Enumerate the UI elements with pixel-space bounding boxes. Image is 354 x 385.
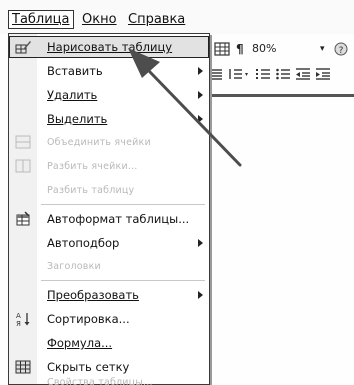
menu-item-label: Формула... xyxy=(47,336,113,350)
table-menu-dropdown: Нарисовать таблицу Вставить Удалить Выде… xyxy=(8,33,210,385)
menu-window[interactable]: Окно xyxy=(78,10,121,29)
menu-table[interactable]: Таблица xyxy=(8,10,74,29)
sort-az-icon: АЯ xyxy=(15,311,31,328)
table-toolbar-icon[interactable] xyxy=(214,42,230,59)
menu-item-label: Преобразовать xyxy=(47,288,139,302)
submenu-arrow-icon xyxy=(198,67,203,75)
bulleted-list-icon[interactable] xyxy=(276,68,290,83)
menu-item-label: Сортировка... xyxy=(47,312,130,326)
menu-item-merge-cells: Объединить ячейки xyxy=(9,132,209,154)
autoformat-icon xyxy=(15,211,31,227)
menu-table-label: Таблица xyxy=(12,12,70,27)
menu-item-split-table: Разбить таблицу xyxy=(9,180,209,202)
menu-help-label: Справка xyxy=(128,12,186,27)
merge-cells-icon xyxy=(15,135,31,151)
toolbar-row-2 xyxy=(210,64,354,86)
menu-bar: Таблица Окно Справка xyxy=(0,0,354,34)
line-spacing-icon[interactable] xyxy=(228,68,250,83)
menu-item-label: Разбить ячейки... xyxy=(47,161,138,172)
formatting-toolbar: ¶ 80% ▾ ? xyxy=(210,36,354,92)
menu-item-label: Автоформат таблицы... xyxy=(47,212,190,226)
zoom-dropdown-arrow[interactable]: ▾ xyxy=(320,44,325,54)
submenu-arrow-icon xyxy=(198,239,203,247)
menu-item-select[interactable]: Выделить xyxy=(9,108,209,130)
toolbar-row-1: ¶ 80% ▾ ? xyxy=(210,38,354,60)
menu-item-draw-table[interactable]: Нарисовать таблицу xyxy=(9,36,209,58)
menu-item-sort[interactable]: АЯ Сортировка... xyxy=(9,308,209,330)
menu-item-label: Свойства таблицы... xyxy=(47,377,153,385)
svg-text:А: А xyxy=(16,312,21,320)
menu-item-label: Объединить ячейки xyxy=(47,137,151,148)
menu-help[interactable]: Справка xyxy=(124,10,189,29)
menu-item-autofit[interactable]: Автоподбор xyxy=(9,232,209,254)
svg-text:?: ? xyxy=(339,46,344,56)
menu-item-formula[interactable]: Формула... xyxy=(9,332,209,354)
menu-item-label: Скрыть сетку xyxy=(47,360,130,374)
pilcrow-icon[interactable]: ¶ xyxy=(236,42,244,56)
menu-item-delete[interactable]: Удалить xyxy=(9,84,209,106)
menu-window-label: Окно xyxy=(82,12,117,27)
submenu-arrow-icon xyxy=(198,291,203,299)
decrease-indent-icon[interactable] xyxy=(296,68,310,83)
menu-item-label: Вставить xyxy=(47,64,103,78)
menu-item-insert[interactable]: Вставить xyxy=(9,60,209,82)
menu-item-label: Заголовки xyxy=(47,261,101,272)
pencil-table-icon xyxy=(15,39,31,55)
grid-icon xyxy=(15,359,31,375)
menu-separator xyxy=(41,280,205,281)
menu-item-hide-grid[interactable]: Скрыть сетку xyxy=(9,356,209,378)
menu-item-convert[interactable]: Преобразовать xyxy=(9,284,209,306)
menu-item-table-properties: Свойства таблицы... xyxy=(9,377,209,385)
help-circle-icon[interactable]: ? xyxy=(334,42,348,59)
menu-item-split-cells: Разбить ячейки... xyxy=(9,156,209,178)
menu-item-label: Выделить xyxy=(47,112,108,126)
svg-text:Я: Я xyxy=(16,320,21,327)
increase-indent-icon[interactable] xyxy=(316,68,330,83)
menu-item-label: Нарисовать таблицу xyxy=(47,40,173,54)
zoom-level[interactable]: 80% xyxy=(252,42,276,55)
menu-item-label: Удалить xyxy=(47,88,98,102)
menu-item-headings: Заголовки xyxy=(9,256,209,278)
menu-item-label: Разбить таблицу xyxy=(47,185,135,196)
align-justify-icon[interactable] xyxy=(210,68,222,83)
menu-item-label: Автоподбор xyxy=(47,236,120,250)
submenu-arrow-icon xyxy=(198,91,203,99)
split-cells-icon xyxy=(15,159,31,175)
toolbar-divider xyxy=(210,94,354,97)
numbered-list-icon[interactable] xyxy=(256,68,270,83)
menu-separator xyxy=(41,204,205,205)
menu-item-autoformat[interactable]: Автоформат таблицы... xyxy=(9,208,209,230)
submenu-arrow-icon xyxy=(198,115,203,123)
